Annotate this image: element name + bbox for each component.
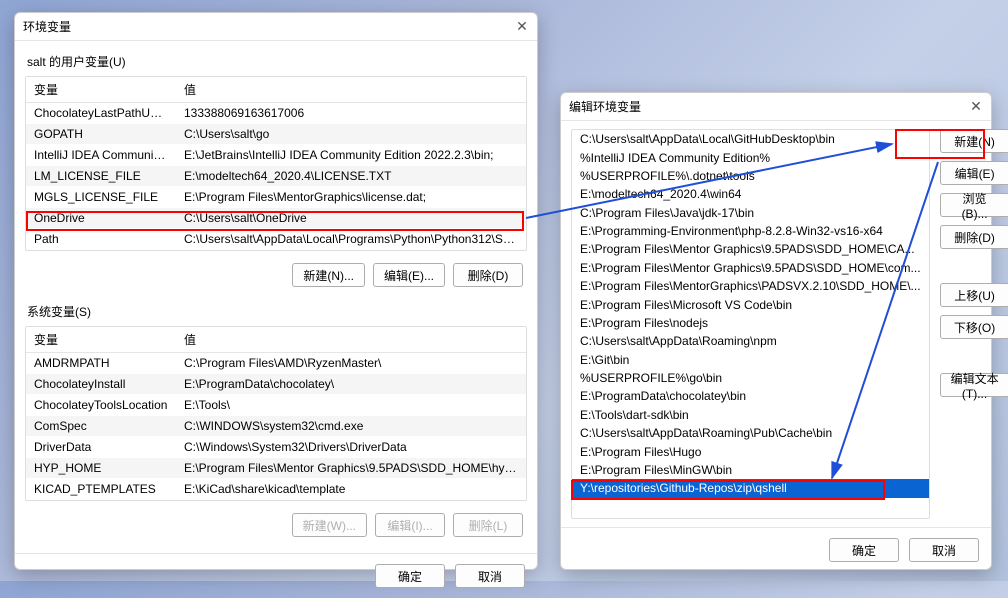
table-row[interactable]: LM_LICENSE_FILEE:\modeltech64_2020.4\LIC… <box>26 166 526 187</box>
cell-var: ChocolateyInstall <box>26 374 176 395</box>
cell-var: ChocolateyLastPathUpdate <box>26 103 176 124</box>
path-edit-button[interactable]: 编辑(E) <box>940 161 1008 185</box>
table-row[interactable]: GOPATHC:\Users\salt\go <box>26 124 526 145</box>
path-item[interactable]: E:\ProgramData\chocolatey\bin <box>572 387 929 405</box>
cell-var: AMDRMPATH <box>26 353 176 374</box>
cell-var: GOPATH <box>26 124 176 145</box>
user-edit-button[interactable]: 编辑(E)... <box>373 263 445 287</box>
table-row[interactable]: OneDriveC:\Users\salt\OneDrive <box>26 208 526 229</box>
cell-val: E:\modeltech64_2020.4\LICENSE.TXT <box>176 166 526 187</box>
path-item[interactable]: E:\Git\bin <box>572 351 929 369</box>
edit-path-dialog: 编辑环境变量 ✕ C:\Users\salt\AppData\Local\Git… <box>560 92 992 570</box>
sys-vars-label: 系统变量(S) <box>27 303 525 320</box>
table-row[interactable]: IntelliJ IDEA Community E...E:\JetBrains… <box>26 145 526 166</box>
cell-var: ComSpec <box>26 416 176 437</box>
cell-var: MGLS_LICENSE_FILE <box>26 187 176 208</box>
user-delete-button[interactable]: 删除(D) <box>453 263 523 287</box>
sys-edit-button[interactable]: 编辑(I)... <box>375 513 445 537</box>
path-item[interactable]: E:\Program Files\Hugo <box>572 442 929 460</box>
user-vars-label: salt 的用户变量(U) <box>27 53 525 70</box>
cell-val: E:\JetBrains\IntelliJ IDEA Community Edi… <box>176 145 526 166</box>
path-item[interactable]: C:\Users\salt\AppData\Roaming\Pub\Cache\… <box>572 424 929 442</box>
path-item[interactable]: Y:\repositories\Github-Repos\zip\qshell <box>572 479 929 497</box>
titlebar-edit: 编辑环境变量 ✕ <box>561 93 991 121</box>
path-item[interactable]: E:\Program Files\Mentor Graphics\9.5PADS… <box>572 240 929 258</box>
path-item[interactable]: C:\Users\salt\AppData\Roaming\npm <box>572 332 929 350</box>
cell-val: E:\ProgramData\chocolatey\ <box>176 374 526 395</box>
path-item[interactable]: E:\Program Files\nodejs <box>572 314 929 332</box>
path-new-button[interactable]: 新建(N) <box>940 129 1008 153</box>
path-delete-button[interactable]: 删除(D) <box>940 225 1008 249</box>
table-row[interactable]: DriverDataC:\Windows\System32\Drivers\Dr… <box>26 437 526 458</box>
sys-new-button[interactable]: 新建(W)... <box>292 513 367 537</box>
path-item[interactable]: %USERPROFILE%\go\bin <box>572 369 929 387</box>
sys-delete-button[interactable]: 删除(L) <box>453 513 523 537</box>
col-val[interactable]: 值 <box>176 77 526 103</box>
cell-val: E:\KiCad\share\kicad\template <box>176 479 526 500</box>
cell-val: C:\Users\salt\go <box>176 124 526 145</box>
cell-var: HYP_HOME <box>26 458 176 479</box>
cell-val: E:\Program Files\MentorGraphics\license.… <box>176 187 526 208</box>
cell-val: C:\Program Files\AMD\RyzenMaster\ <box>176 353 526 374</box>
user-vars-table[interactable]: 变量 值 ChocolateyLastPathUpdate13338806916… <box>25 76 527 251</box>
ok-button[interactable]: 确定 <box>829 538 899 562</box>
close-icon[interactable]: ✕ <box>515 20 529 34</box>
path-item[interactable]: C:\Users\salt\AppData\Local\GitHubDeskto… <box>572 130 929 148</box>
cell-var: LM_LICENSE_FILE <box>26 166 176 187</box>
table-row[interactable]: MGLS_LICENSE_FILEE:\Program Files\Mentor… <box>26 187 526 208</box>
path-item[interactable]: C:\Program Files\Java\jdk-17\bin <box>572 204 929 222</box>
path-browse-button[interactable]: 浏览(B)... <box>940 193 1008 217</box>
path-down-button[interactable]: 下移(O) <box>940 315 1008 339</box>
cell-val: C:\WINDOWS\system32\cmd.exe <box>176 416 526 437</box>
sys-vars-table[interactable]: 变量 值 AMDRMPATHC:\Program Files\AMD\Ryzen… <box>25 326 527 501</box>
cell-var: ChocolateyToolsLocation <box>26 395 176 416</box>
path-up-button[interactable]: 上移(U) <box>940 283 1008 307</box>
cancel-button[interactable]: 取消 <box>455 564 525 588</box>
table-row[interactable]: ChocolateyToolsLocationE:\Tools\ <box>26 395 526 416</box>
path-item[interactable]: E:\modeltech64_2020.4\win64 <box>572 185 929 203</box>
env-vars-dialog: 环境变量 ✕ salt 的用户变量(U) 变量 值 ChocolateyLast… <box>14 12 538 570</box>
path-item[interactable]: E:\Program Files\MinGW\bin <box>572 461 929 479</box>
path-item[interactable]: E:\Program Files\MentorGraphics\PADSVX.2… <box>572 277 929 295</box>
title: 环境变量 <box>23 18 71 35</box>
cell-val: E:\Program Files\Mentor Graphics\9.5PADS… <box>176 458 526 479</box>
col-var[interactable]: 变量 <box>26 77 176 103</box>
cell-val: E:\Tools\ <box>176 395 526 416</box>
table-row[interactable]: PathC:\Users\salt\AppData\Local\Programs… <box>26 229 526 250</box>
table-row[interactable]: ComSpecC:\WINDOWS\system32\cmd.exe <box>26 416 526 437</box>
path-edittext-button[interactable]: 编辑文本(T)... <box>940 373 1008 397</box>
path-list[interactable]: C:\Users\salt\AppData\Local\GitHubDeskto… <box>571 129 930 519</box>
table-row[interactable]: HYP_HOMEE:\Program Files\Mentor Graphics… <box>26 458 526 479</box>
table-row[interactable]: ChocolateyLastPathUpdate1333880691636170… <box>26 103 526 124</box>
cell-var: OneDrive <box>26 208 176 229</box>
cell-val: 133388069163617006 <box>176 103 526 124</box>
path-item[interactable]: E:\Program Files\Microsoft VS Code\bin <box>572 295 929 313</box>
close-icon[interactable]: ✕ <box>969 100 983 114</box>
cell-val: C:\Users\salt\AppData\Local\Programs\Pyt… <box>176 229 526 250</box>
table-row[interactable]: KICAD_PTEMPLATESE:\KiCad\share\kicad\tem… <box>26 479 526 500</box>
ok-button[interactable]: 确定 <box>375 564 445 588</box>
titlebar-env: 环境变量 ✕ <box>15 13 537 41</box>
cell-var: DriverData <box>26 437 176 458</box>
table-row[interactable]: AMDRMPATHC:\Program Files\AMD\RyzenMaste… <box>26 353 526 374</box>
cell-val: C:\Users\salt\OneDrive <box>176 208 526 229</box>
cancel-button[interactable]: 取消 <box>909 538 979 562</box>
col-var[interactable]: 变量 <box>26 327 176 353</box>
path-item[interactable]: E:\Tools\dart-sdk\bin <box>572 406 929 424</box>
cell-var: KICAD_PTEMPLATES <box>26 479 176 500</box>
user-new-button[interactable]: 新建(N)... <box>292 263 365 287</box>
cell-var: Path <box>26 229 176 250</box>
path-item[interactable]: %IntelliJ IDEA Community Edition% <box>572 148 929 166</box>
title: 编辑环境变量 <box>569 98 641 115</box>
col-val[interactable]: 值 <box>176 327 526 353</box>
path-item[interactable]: %USERPROFILE%\.dotnet\tools <box>572 167 929 185</box>
cell-val: C:\Windows\System32\Drivers\DriverData <box>176 437 526 458</box>
table-row[interactable]: ChocolateyInstallE:\ProgramData\chocolat… <box>26 374 526 395</box>
path-item[interactable]: E:\Programming-Environment\php-8.2.8-Win… <box>572 222 929 240</box>
cell-var: IntelliJ IDEA Community E... <box>26 145 176 166</box>
path-item[interactable]: E:\Program Files\Mentor Graphics\9.5PADS… <box>572 259 929 277</box>
